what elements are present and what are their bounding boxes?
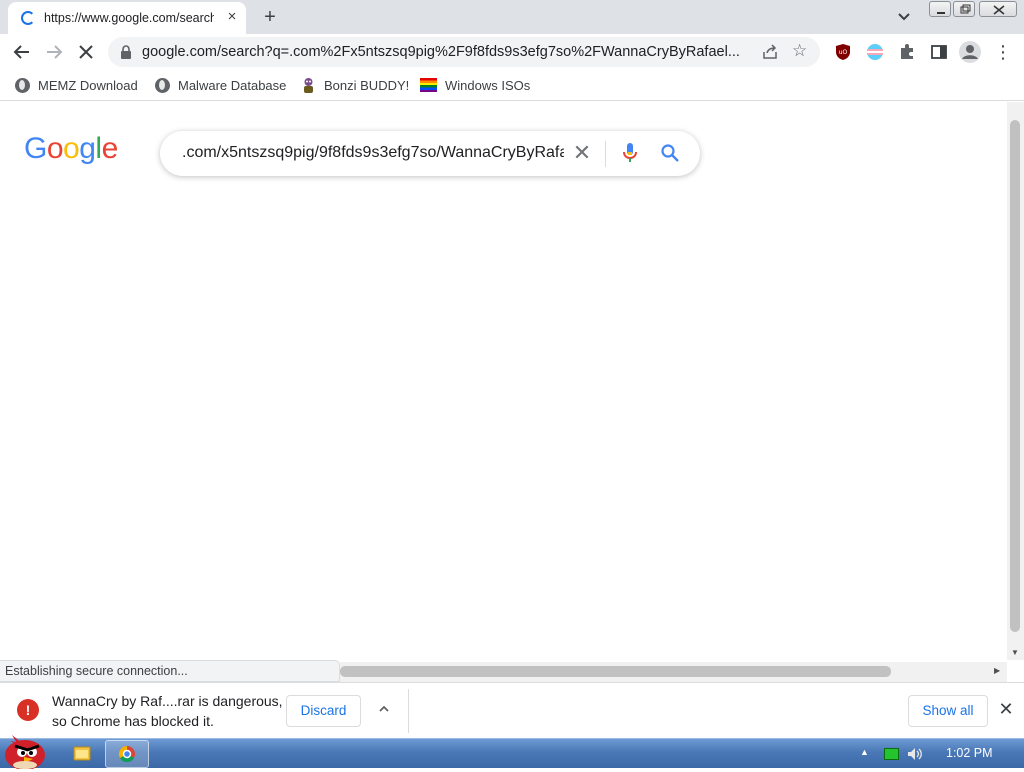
- close-download-bar-icon[interactable]: ✕: [996, 699, 1016, 719]
- discard-button[interactable]: Discard: [286, 695, 361, 727]
- horizontal-scrollbar-thumb[interactable]: [340, 666, 891, 677]
- browser-menu-icon[interactable]: ⋮: [994, 43, 1012, 61]
- bookmark-bonzi-buddy[interactable]: Bonzi BUDDY!: [301, 76, 409, 94]
- search-icon[interactable]: [660, 143, 680, 163]
- bookmark-star-icon[interactable]: ☆: [792, 42, 810, 60]
- trans-flag-extension-icon[interactable]: [866, 43, 884, 61]
- stop-loading-icon[interactable]: [74, 40, 98, 64]
- tab-search-chevron-icon[interactable]: [894, 8, 914, 26]
- share-icon[interactable]: [762, 44, 778, 60]
- chevron-up-icon[interactable]: [376, 701, 392, 717]
- horizontal-scrollbar[interactable]: ▶: [340, 662, 1007, 682]
- back-arrow-icon[interactable]: [10, 40, 34, 64]
- bookmark-malware-database[interactable]: Malware Database: [155, 76, 286, 94]
- page-content: Google .com/x5ntszsq9pig/9f8fds9s3efg7so…: [0, 102, 1007, 660]
- tab-title: https://www.google.com/search?q=.com%2Fx…: [44, 11, 214, 25]
- bookmark-label: Bonzi BUDDY!: [324, 77, 410, 93]
- show-hidden-icons-arrow-icon[interactable]: ▲: [860, 747, 869, 757]
- bookmark-memz-download[interactable]: MEMZ Download: [15, 76, 138, 94]
- vertical-scrollbar[interactable]: ▼: [1007, 102, 1024, 660]
- microphone-icon[interactable]: [622, 141, 638, 165]
- tab-close-icon[interactable]: ×: [223, 7, 241, 27]
- tab-google-search[interactable]: https://www.google.com/search?q=.com%2Fx…: [8, 2, 246, 34]
- taskbar-clock[interactable]: 1:02 PM: [946, 746, 993, 760]
- tab-strip: https://www.google.com/search?q=.com%2Fx…: [0, 0, 1024, 34]
- chrome-icon: [118, 745, 135, 763]
- download-shelf: ! WannaCry by Raf....rar is dangerous, s…: [0, 682, 1024, 738]
- scroll-down-arrow-icon[interactable]: ▼: [1011, 648, 1019, 657]
- address-bar[interactable]: google.com/search?q=.com%2Fx5ntszsq9pig%…: [108, 37, 820, 67]
- status-bubble: Establishing secure connection...: [0, 660, 340, 682]
- window-restore-button[interactable]: [953, 1, 975, 17]
- svg-text:uO: uO: [839, 49, 848, 56]
- side-panel-icon[interactable]: [930, 43, 948, 61]
- extensions-puzzle-icon[interactable]: [898, 43, 916, 61]
- ublock-origin-icon[interactable]: uO: [834, 43, 852, 61]
- url-text[interactable]: google.com/search?q=.com%2Fx5ntszsq9pig%…: [142, 44, 754, 60]
- bookmark-label: Windows ISOs: [445, 77, 531, 93]
- clear-search-icon[interactable]: ✕: [572, 142, 592, 164]
- new-tab-button[interactable]: +: [258, 5, 282, 29]
- search-input[interactable]: .com/x5ntszsq9pig/9f8fds9s3efg7so/WannaC…: [182, 144, 564, 162]
- danger-warning-icon: !: [17, 699, 39, 721]
- vertical-scrollbar-thumb[interactable]: [1010, 120, 1020, 632]
- globe-icon: [15, 77, 30, 93]
- file-explorer-icon[interactable]: [66, 741, 98, 767]
- show-all-button[interactable]: Show all: [908, 695, 988, 727]
- network-tray-icon[interactable]: [884, 748, 899, 760]
- download-separator: [408, 689, 409, 733]
- window-close-button[interactable]: [979, 1, 1017, 17]
- browser-toolbar: google.com/search?q=.com%2Fx5ntszsq9pig%…: [0, 34, 1024, 70]
- taskbar-chrome-button[interactable]: [105, 740, 149, 768]
- start-button-angry-bird-icon[interactable]: [0, 729, 50, 769]
- volume-icon[interactable]: [906, 745, 924, 763]
- windows-taskbar: ▲ 1:02 PM: [0, 735, 1024, 769]
- google-logo[interactable]: Google: [24, 132, 118, 166]
- loading-spinner-icon: [21, 11, 35, 25]
- search-box[interactable]: .com/x5ntszsq9pig/9f8fds9s3efg7so/WannaC…: [160, 131, 700, 176]
- forward-arrow-icon[interactable]: [42, 40, 66, 64]
- bookmark-label: MEMZ Download: [38, 77, 138, 93]
- search-divider: [605, 141, 606, 167]
- rainbow-flag-icon: [420, 78, 437, 92]
- bookmark-label: Malware Database: [178, 77, 287, 93]
- lock-icon[interactable]: [120, 45, 132, 59]
- globe-icon: [155, 77, 170, 93]
- bonzi-icon: [304, 77, 313, 93]
- download-warning-line1: WannaCry by Raf....rar is dangerous,: [52, 693, 283, 709]
- bookmarks-bar: MEMZ Download Malware Database Bonzi BUD…: [0, 70, 1024, 101]
- scroll-right-arrow-icon[interactable]: ▶: [994, 666, 1000, 675]
- download-warning-line2: so Chrome has blocked it.: [52, 713, 214, 729]
- window-minimize-button[interactable]: [929, 1, 951, 17]
- bookmark-windows-isos[interactable]: Windows ISOs: [420, 76, 530, 94]
- profile-avatar-icon[interactable]: [959, 41, 981, 63]
